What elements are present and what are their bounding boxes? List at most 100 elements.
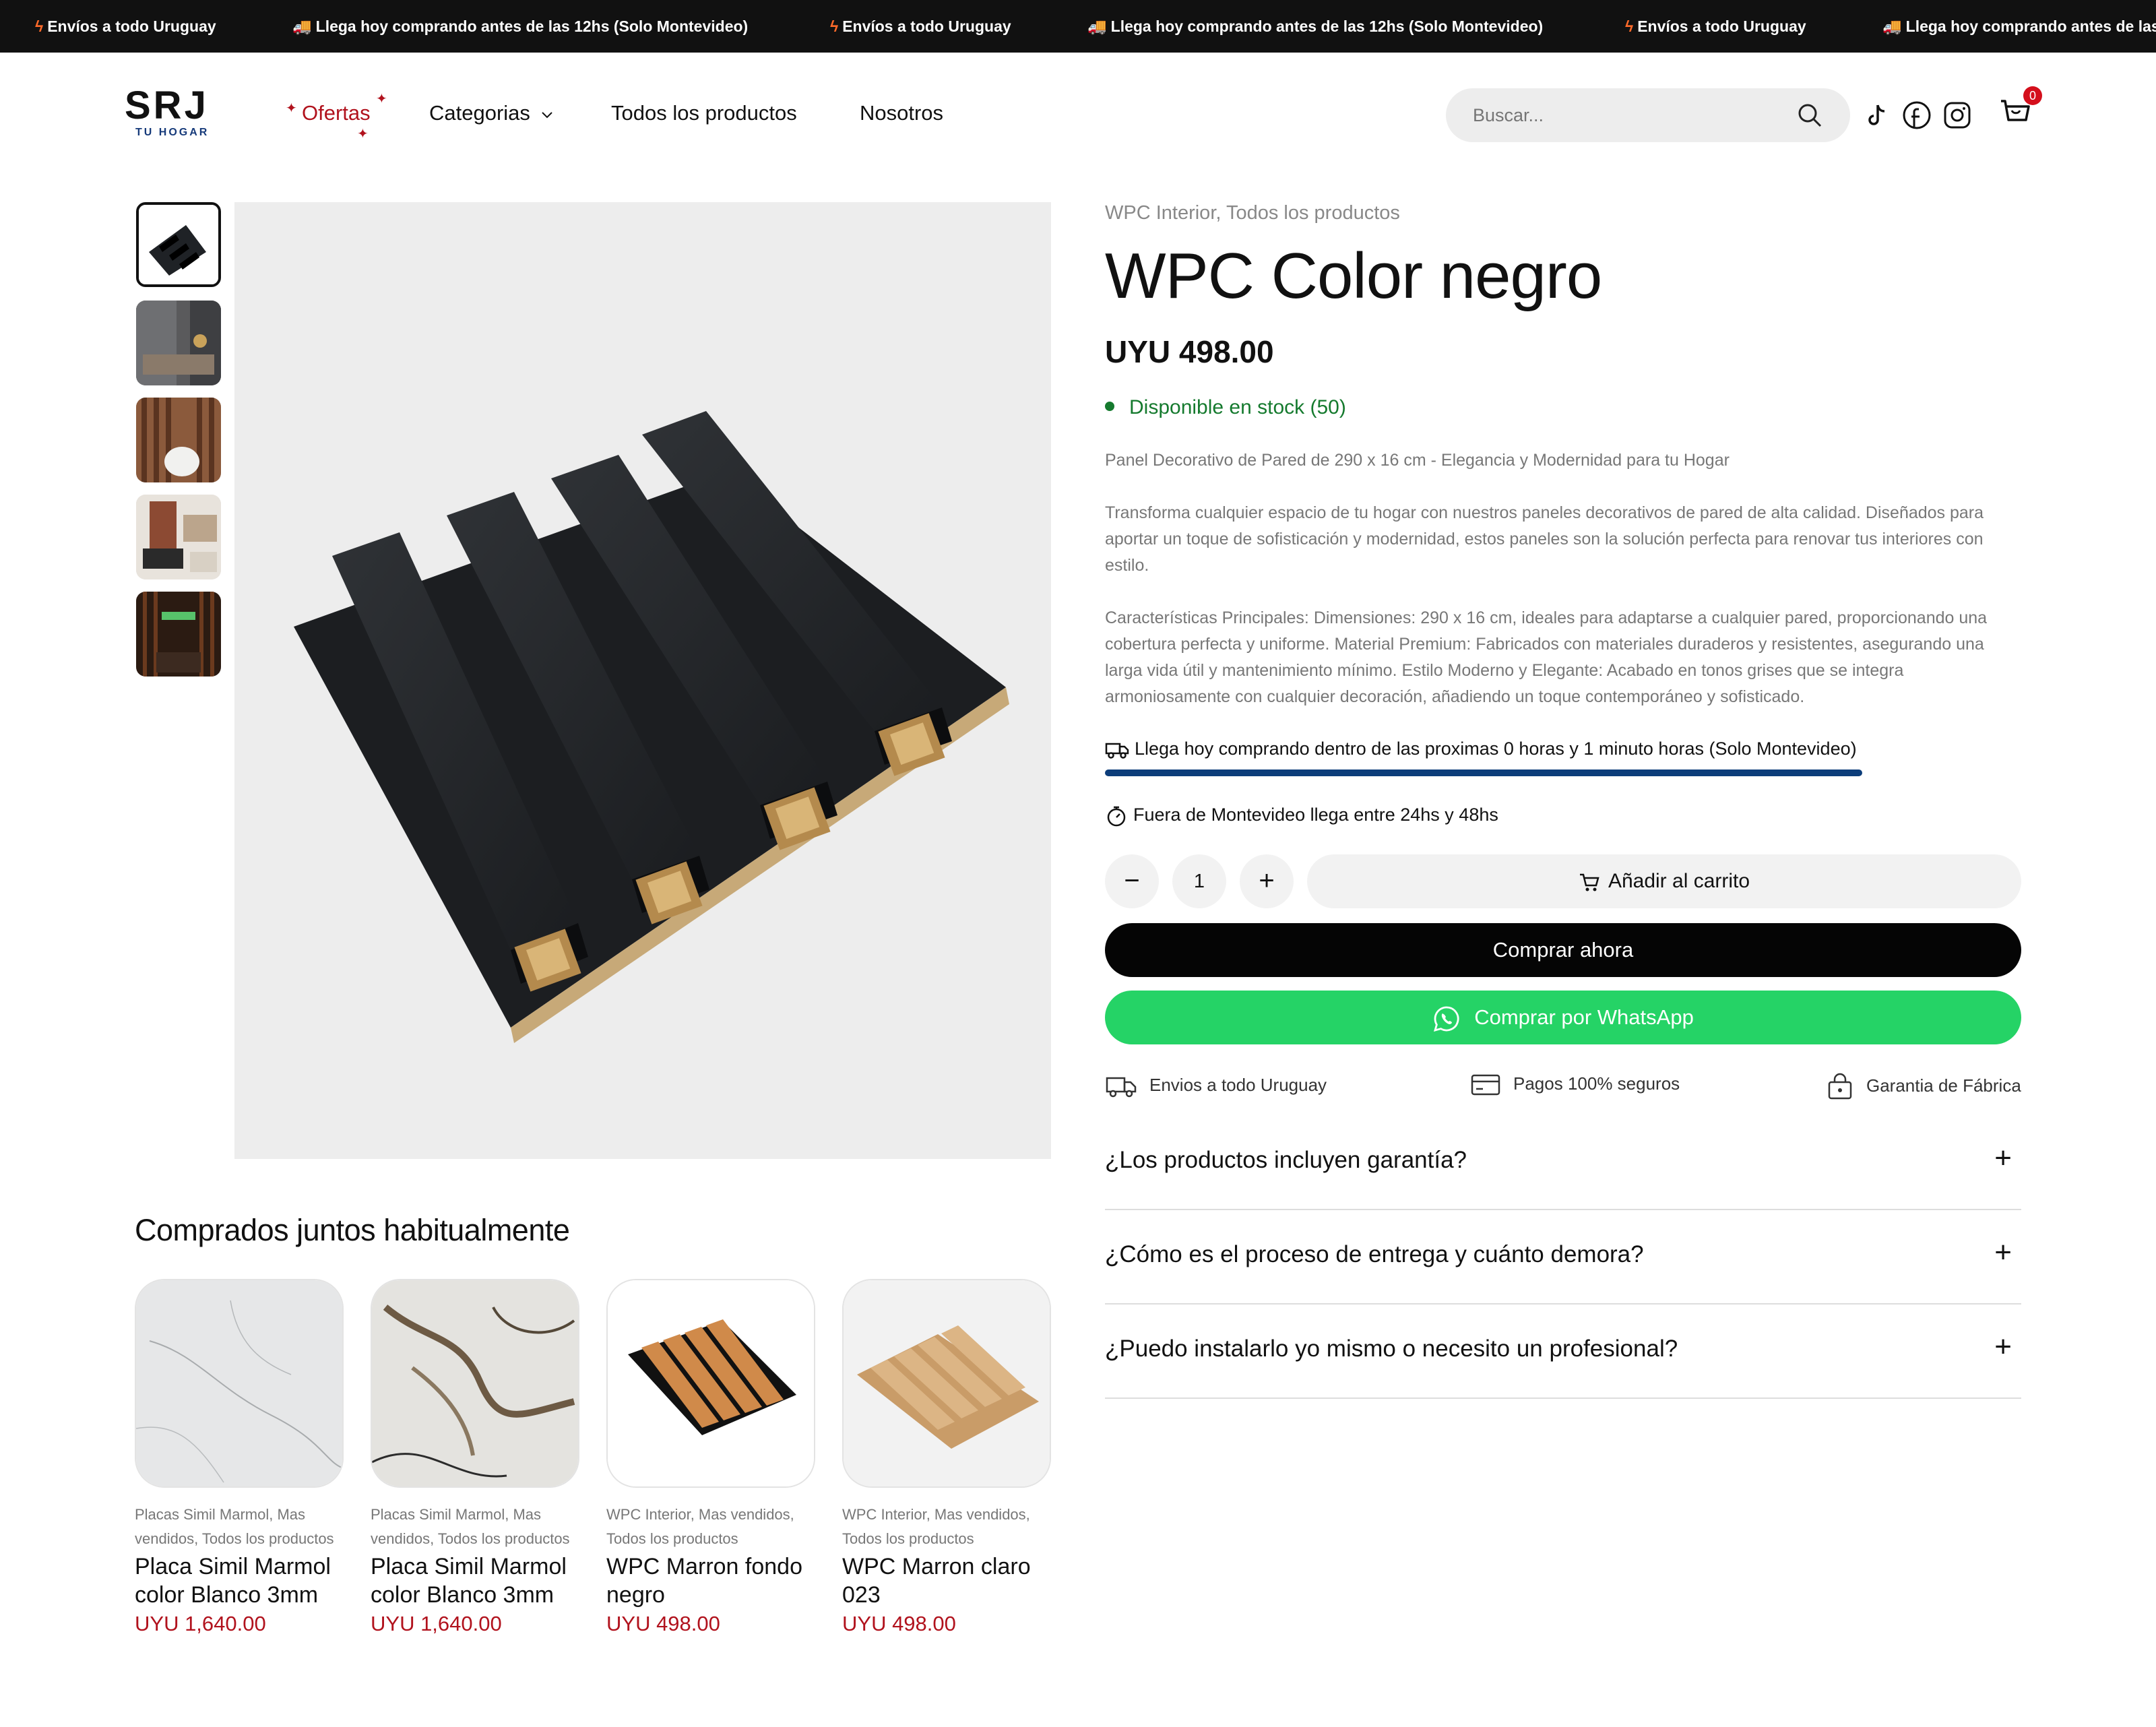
product-card-price: UYU 498.00 <box>606 1612 720 1635</box>
ticker-item: ϟ Envíos a todo Uruguay <box>1625 0 1806 53</box>
delivery-countdown-bar <box>1105 770 1862 776</box>
plus-icon[interactable]: + <box>1994 1141 2012 1175</box>
tiktok-icon[interactable] <box>1861 100 1892 131</box>
feature-shipping-label: Envios a todo Uruguay <box>1149 1074 1327 1095</box>
site-logo[interactable]: SRJ TU HOGAR <box>125 86 219 140</box>
thumb-image <box>136 592 221 677</box>
related-section-title: Comprados juntos habitualmente <box>135 1213 570 1247</box>
ticker-item: 🚚Llega hoy comprando antes de las 12hs (… <box>292 0 748 53</box>
product-card[interactable]: Placas Simil Marmol, Mas vendidos, Todos… <box>135 1279 344 1636</box>
quantity-value[interactable]: 1 <box>1172 854 1226 908</box>
product-card-image[interactable] <box>606 1279 815 1488</box>
sparkle-icon: ✦ <box>357 127 369 142</box>
buy-now-button[interactable]: Comprar ahora <box>1105 923 2021 977</box>
ticker-text: Envíos a todo Uruguay <box>1637 18 1806 35</box>
product-card-category: Placas Simil Marmol, Mas vendidos, Todos… <box>371 1506 570 1547</box>
product-desc-body: Transforma cualquier espacio de tu hogar… <box>1105 503 1984 575</box>
product-card[interactable]: WPC Interior, Mas vendidos, Todos los pr… <box>606 1279 815 1636</box>
facebook-icon[interactable] <box>1901 100 1932 131</box>
announcement-ticker: ϟ Envíos a todo Uruguay 🚚 Llega hoy compra… <box>0 0 2156 53</box>
product-card-name[interactable]: WPC Marron fondo negro <box>606 1552 815 1609</box>
faq-item[interactable]: ¿Puedo instalarlo yo mismo o necesito un… <box>1105 1305 2021 1399</box>
breadcrumb[interactable]: WPC Interior, Todos los productos <box>1105 202 1400 224</box>
quantity-increase-button[interactable]: + <box>1240 854 1294 908</box>
nav-todos-productos[interactable]: Todos los productos <box>611 100 797 127</box>
faq-question: ¿Los productos incluyen garantía? <box>1105 1147 1467 1173</box>
plus-icon[interactable]: + <box>1994 1330 2012 1364</box>
feature-payments: Pagos 100% seguros <box>1470 1073 1680 1097</box>
truck-emoji-icon: 🚚 <box>1882 18 1902 35</box>
ticker-text: Envíos a todo Uruguay <box>842 18 1011 35</box>
product-card[interactable]: Placas Simil Marmol, Mas vendidos, Todos… <box>371 1279 579 1636</box>
bolt-icon: ϟ <box>830 18 839 35</box>
delivery-truck-icon <box>1106 1077 1137 1098</box>
product-card-price: UYU 1,640.00 <box>135 1612 266 1635</box>
faq-item[interactable]: ¿Cómo es el proceso de entrega y cuánto … <box>1105 1210 2021 1305</box>
truck-emoji-icon: 🚚 <box>1087 18 1107 35</box>
product-card-name[interactable]: Placa Simil Marmol color Blanco 3mm <box>371 1552 579 1609</box>
product-card-price: UYU 1,640.00 <box>371 1612 502 1635</box>
quantity-decrease-button[interactable]: − <box>1105 854 1159 908</box>
gallery-thumb[interactable] <box>136 398 221 482</box>
ticker-text: Envíos a todo Uruguay <box>47 18 216 35</box>
nav-categorias[interactable]: Categorias <box>429 100 555 127</box>
feature-warranty-label: Garantia de Fábrica <box>1866 1075 2021 1096</box>
product-card-category: WPC Interior, Mas vendidos, Todos los pr… <box>606 1506 794 1547</box>
stopwatch-icon <box>1107 806 1126 827</box>
credit-card-icon <box>1471 1074 1500 1096</box>
plus-icon[interactable]: + <box>1994 1236 2012 1269</box>
logo-tagline: TU HOGAR <box>135 127 210 138</box>
product-card[interactable]: WPC Interior, Mas vendidos, Todos los pr… <box>842 1279 1051 1636</box>
ticker-text: Llega hoy comprando antes de las 12hs (S… <box>315 18 749 35</box>
bolt-icon: ϟ <box>35 18 44 35</box>
nav-nosotros[interactable]: Nosotros <box>860 100 943 127</box>
product-desc-intro: Panel Decorativo de Pared de 290 x 16 cm… <box>1105 451 1730 470</box>
delivery-today: Llega hoy comprando dentro de las proxim… <box>1105 739 1857 760</box>
search-input[interactable] <box>1473 88 1783 142</box>
gallery-thumb[interactable] <box>136 592 221 677</box>
product-card-name[interactable]: WPC Marron claro 023 <box>842 1552 1051 1609</box>
search-bar <box>1446 88 1850 142</box>
cart-count-badge: 0 <box>2023 86 2042 105</box>
add-to-cart-button[interactable]: Añadir al carrito <box>1307 854 2021 908</box>
sparkle-icon: ✦ <box>286 101 297 116</box>
whatsapp-label: Comprar por WhatsApp <box>1474 1005 1694 1029</box>
stock-text: Disponible en stock (50) <box>1129 396 1346 418</box>
truck-emoji-icon: 🚚 <box>292 18 312 35</box>
whatsapp-buy-button[interactable]: Comprar por WhatsApp <box>1105 991 2021 1044</box>
truck-icon <box>1105 743 1129 759</box>
thumb-image <box>136 495 221 579</box>
whatsapp-icon <box>1434 1006 1459 1032</box>
gallery-thumb[interactable] <box>136 202 221 287</box>
thumb-image <box>136 398 221 482</box>
product-desc-features: Características Principales: Dimensiones… <box>1105 608 1988 706</box>
chevron-down-icon <box>541 112 552 119</box>
main-product-image[interactable] <box>234 202 1051 1159</box>
product-card-image[interactable] <box>135 1279 344 1488</box>
product-card-name[interactable]: Placa Simil Marmol color Blanco 3mm <box>135 1552 344 1609</box>
gallery-thumb[interactable] <box>136 495 221 579</box>
product-price: UYU 498.00 <box>1105 334 1274 369</box>
search-icon[interactable] <box>1796 102 1823 129</box>
sparkle-icon: ✦ <box>376 92 387 106</box>
product-card-category: WPC Interior, Mas vendidos, Todos los pr… <box>842 1506 1030 1547</box>
product-card-image[interactable] <box>842 1279 1051 1488</box>
delivery-today-text: Llega hoy comprando dentro de las proxim… <box>1135 739 1857 759</box>
faq-item[interactable]: ¿Los productos incluyen garantía? + <box>1105 1116 2021 1210</box>
thumb-image <box>136 301 221 385</box>
site-header: SRJ TU HOGAR ✦ ✦ ✦ Ofertas Categorias To… <box>0 53 2156 174</box>
ticker-item: ϟ Envíos a todo Uruguay <box>35 0 216 53</box>
faq-question: ¿Puedo instalarlo yo mismo o necesito un… <box>1105 1336 1678 1362</box>
nav-ofertas[interactable]: Ofertas <box>302 100 371 127</box>
product-card-image[interactable] <box>371 1279 579 1488</box>
stock-status: Disponible en stock (50) <box>1105 396 1346 419</box>
delivery-other-text: Fuera de Montevideo llega entre 24hs y 4… <box>1133 805 1498 825</box>
feature-shipping: Envios a todo Uruguay <box>1105 1073 1327 1100</box>
ticker-text: Llega hoy comprando antes de las 12hs (S… <box>1905 18 2156 35</box>
gallery-thumb[interactable] <box>136 301 221 385</box>
instagram-icon[interactable] <box>1942 100 1973 131</box>
bolt-icon: ϟ <box>1625 18 1634 35</box>
ticker-text: Llega hoy comprando antes de las 12hs (S… <box>1110 18 1544 35</box>
ticker-item: 🚚Llega hoy comprando antes de las 12hs (… <box>1087 0 1543 53</box>
ticker-item: ϟ Envíos a todo Uruguay <box>830 0 1011 53</box>
